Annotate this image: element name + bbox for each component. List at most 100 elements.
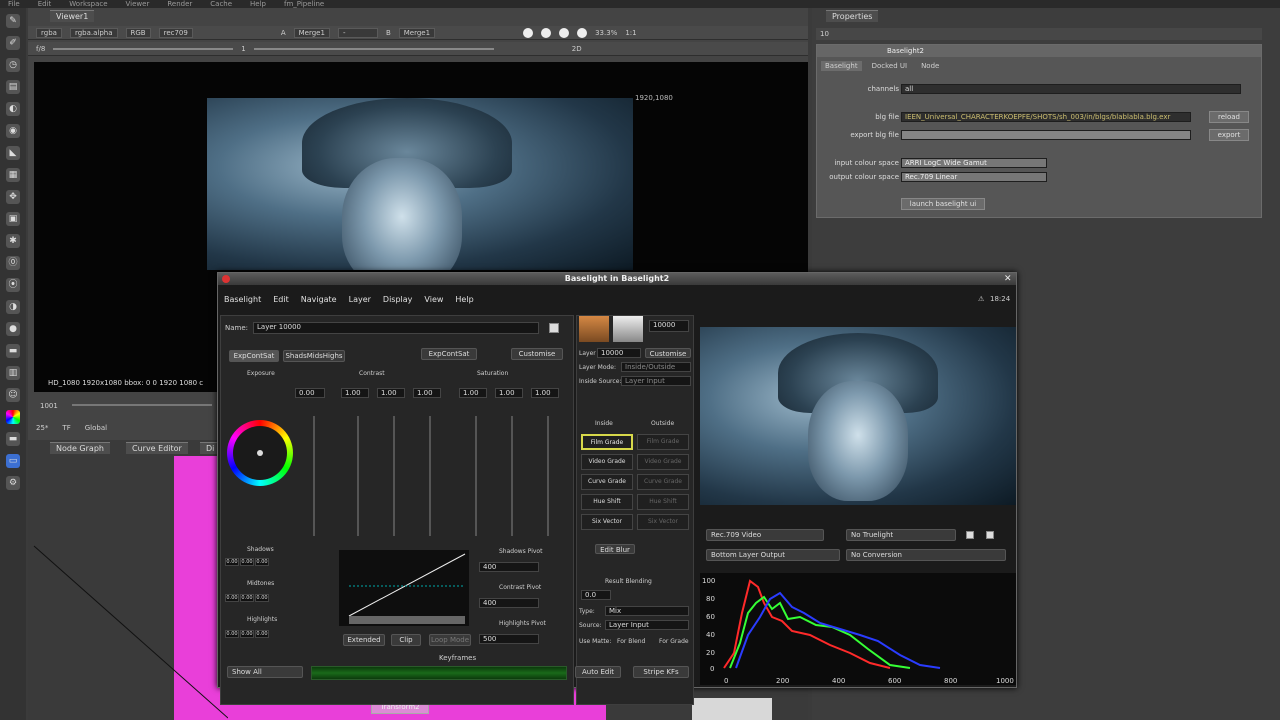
hue-shift-outside[interactable]: Hue Shift xyxy=(637,494,689,510)
paint-tool-icon[interactable]: ✐ xyxy=(6,36,20,50)
viewer-tab[interactable]: Viewer1 xyxy=(50,10,95,22)
bl-menu-edit[interactable]: Edit xyxy=(273,293,289,307)
active-preset[interactable]: ExpContSat xyxy=(421,348,477,360)
node-name[interactable]: Baselight2 xyxy=(817,45,1261,57)
channel-tool-icon[interactable]: ▤ xyxy=(6,80,20,94)
roi-icon[interactable] xyxy=(523,27,534,38)
view-mode[interactable]: 2D xyxy=(572,45,582,53)
saturation-slider-b[interactable] xyxy=(547,416,549,536)
frame-stop-value[interactable]: f/8 xyxy=(36,45,45,53)
hue-shift-inside[interactable]: Hue Shift xyxy=(581,494,633,510)
menu-help[interactable]: Help xyxy=(250,0,266,8)
layer-customise[interactable]: Customise xyxy=(645,348,691,358)
shadows-pivot-input[interactable]: 400 xyxy=(479,562,539,572)
highlights-pivot-input[interactable]: 500 xyxy=(479,634,539,644)
blg-file-input[interactable]: IEEN_Universal_CHARACTERKOEPFE/SHOTS/sh_… xyxy=(901,112,1191,122)
saturation-r[interactable]: 1.00 xyxy=(459,388,487,398)
clip-button[interactable]: Clip xyxy=(391,634,421,646)
conversion-select[interactable]: No Conversion xyxy=(846,549,1006,561)
settings-tool-icon[interactable]: ⚙ xyxy=(6,476,20,490)
views-tool-icon[interactable]: ✱ xyxy=(6,234,20,248)
gamma-slider[interactable] xyxy=(253,47,494,50)
curve-grade-outside[interactable]: Curve Grade xyxy=(637,474,689,490)
color-tool-icon[interactable]: ◐ xyxy=(6,102,20,116)
contrast-r[interactable]: 1.00 xyxy=(341,388,369,398)
video-grade-inside[interactable]: Video Grade xyxy=(581,454,633,470)
for-blend-toggle[interactable]: For Blend xyxy=(617,638,645,645)
highlights-values[interactable]: 0.00 0.00 0.00 xyxy=(225,630,270,638)
fps-value[interactable]: 25* xyxy=(36,424,48,434)
six-vector-inside[interactable]: Six Vector xyxy=(581,514,633,530)
menu-pipeline[interactable]: fm_Pipeline xyxy=(284,0,324,8)
viewer-node[interactable] xyxy=(692,698,772,720)
layer-mode-select[interactable]: Inside/Outside xyxy=(621,362,691,372)
ratio-value[interactable]: 1:1 xyxy=(625,29,636,37)
view-lut-select[interactable]: Rec.709 Video xyxy=(706,529,824,541)
alpha-select[interactable]: rgba.alpha xyxy=(69,27,118,38)
layer-thumb-2[interactable] xyxy=(613,316,643,342)
blend-value[interactable]: 0.0 xyxy=(581,590,611,600)
bl-menu-help[interactable]: Help xyxy=(455,293,473,307)
ocula-tool-icon[interactable]: ▥ xyxy=(6,366,20,380)
toolsets-tool-icon[interactable]: ▬ xyxy=(6,432,20,446)
layout-icon[interactable] xyxy=(986,531,994,539)
3d-tool-icon[interactable]: ▣ xyxy=(6,212,20,226)
show-all-select[interactable]: Show All xyxy=(227,666,303,678)
filter-tool-icon[interactable]: ◉ xyxy=(6,124,20,138)
refresh-icon[interactable] xyxy=(559,27,570,38)
for-grade-toggle[interactable]: For Grade xyxy=(659,638,689,645)
layer-thumb-1[interactable] xyxy=(579,316,609,342)
film-grade-outside[interactable]: Film Grade xyxy=(637,434,689,450)
timeline-bar[interactable]: 1001 xyxy=(28,396,218,422)
customise-button[interactable]: Customise xyxy=(511,348,563,360)
edit-blur-button[interactable]: Edit Blur xyxy=(595,544,635,554)
keyer-tool-icon[interactable]: ◣ xyxy=(6,146,20,160)
six-vector-outside[interactable]: Six Vector xyxy=(637,514,689,530)
layer-input[interactable]: 10000 xyxy=(597,348,641,358)
metadata-tool-icon[interactable]: ⓪ xyxy=(6,256,20,270)
curve-grade-inside[interactable]: Curve Grade xyxy=(581,474,633,490)
bl-menu-baselight[interactable]: Baselight xyxy=(224,293,261,307)
video-grade-outside[interactable]: Video Grade xyxy=(637,454,689,470)
tab-baselight[interactable]: Baselight xyxy=(821,61,862,71)
deep-tool-icon[interactable]: ◑ xyxy=(6,300,20,314)
output-colour-space-select[interactable]: Rec.709 Linear xyxy=(901,172,1047,182)
saturation-slider-r[interactable] xyxy=(475,416,477,536)
menu-render[interactable]: Render xyxy=(167,0,192,8)
exposure-value[interactable]: 0.00 xyxy=(295,388,325,398)
furnace-tool-icon[interactable]: ▬ xyxy=(6,344,20,358)
channels-select[interactable]: all xyxy=(901,84,1241,94)
menu-workspace[interactable]: Workspace xyxy=(69,0,107,8)
curve-graph[interactable] xyxy=(339,550,469,626)
shadows-values[interactable]: 0.00 0.00 0.00 xyxy=(225,558,270,566)
keyframe-timeline[interactable] xyxy=(311,666,567,680)
tab-node-graph[interactable]: Node Graph xyxy=(50,442,110,454)
tab-expcontsat[interactable]: ExpContSat xyxy=(229,350,279,362)
name-lock-icon[interactable] xyxy=(549,323,559,333)
saturation-g[interactable]: 1.00 xyxy=(495,388,523,398)
export-input[interactable] xyxy=(901,130,1191,140)
tf-value[interactable]: TF xyxy=(62,424,70,434)
pointer-tool-icon[interactable]: ✎ xyxy=(6,14,20,28)
exposure-slider[interactable] xyxy=(313,416,315,536)
time-tool-icon[interactable]: ◷ xyxy=(6,58,20,72)
truelight-select[interactable]: No Truelight xyxy=(846,529,956,541)
source-select[interactable]: Layer Input xyxy=(605,620,689,630)
max-panels-value[interactable]: 10 xyxy=(820,30,829,38)
extended-button[interactable]: Extended xyxy=(343,634,385,646)
tab-docked-ui[interactable]: Docked UI xyxy=(868,61,912,71)
saturation-b[interactable]: 1.00 xyxy=(531,388,559,398)
layer-name-input[interactable]: Layer 10000 xyxy=(253,322,539,334)
transform-tool-icon[interactable]: ✥ xyxy=(6,190,20,204)
baselight-tool-icon[interactable]: ▭ xyxy=(6,454,20,468)
bl-menu-navigate[interactable]: Navigate xyxy=(301,293,337,307)
bl-menu-view[interactable]: View xyxy=(424,293,443,307)
contrast-slider-r[interactable] xyxy=(357,416,359,536)
bottom-layer-select[interactable]: Bottom Layer Output xyxy=(706,549,840,561)
bl-menu-display[interactable]: Display xyxy=(383,293,413,307)
timeline-scrubber[interactable] xyxy=(72,404,212,406)
gizmo-tool-icon[interactable]: ☺ xyxy=(6,388,20,402)
tab-node[interactable]: Node xyxy=(917,61,943,71)
inside-source-select[interactable]: Layer Input xyxy=(621,376,691,386)
input-b-select[interactable]: Merge1 xyxy=(398,27,436,38)
